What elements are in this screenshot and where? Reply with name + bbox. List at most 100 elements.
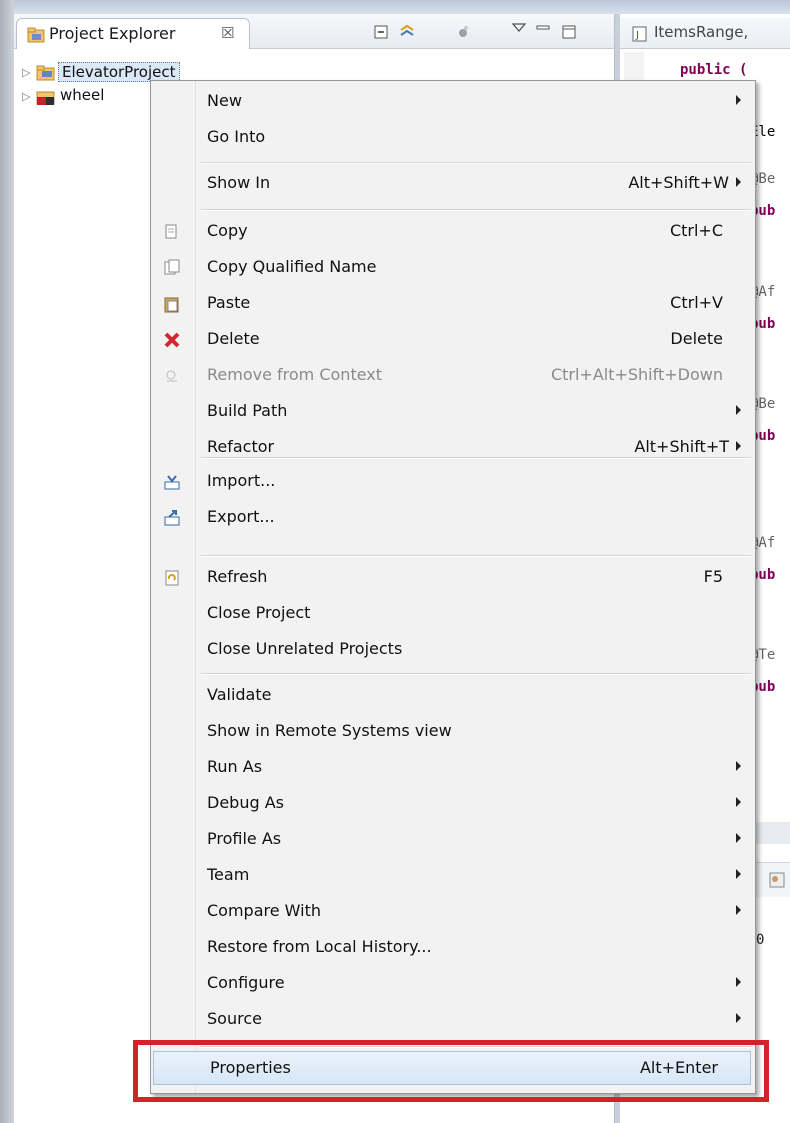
menu-item-label: Export... [207,507,275,526]
menu-item-label: Copy Qualified Name [207,257,377,276]
menu-item-label: Configure [207,973,285,992]
code-line: public ( [680,62,748,78]
menu-item-team[interactable]: Team [151,859,755,893]
export-icon [164,510,180,526]
menu-item-run-as[interactable]: Run As [151,751,755,785]
editor-tab-title: ItemsRange, [654,23,749,41]
filter-icon[interactable] [454,23,472,41]
menu-item-delete[interactable]: Delete Delete [151,323,755,357]
menu-separator [201,555,751,557]
menu-item-label: Refresh [207,567,268,586]
submenu-arrow-icon [736,761,741,771]
svg-text:J: J [635,30,639,41]
menu-item-label: Go Into [207,127,266,146]
submenu-arrow-icon [736,405,741,415]
view-title: Project Explorer [49,24,176,43]
tab-editor-items-range[interactable]: J ItemsRange, [620,18,790,49]
menu-item-label: Validate [207,685,272,704]
menu-item-copy-qualified-name[interactable]: Copy Qualified Name [151,251,755,285]
submenu-arrow-icon [736,905,741,915]
menu-item-remove-from-context: Remove from Context Ctrl+Alt+Shift+Down [151,359,755,393]
project-explorer-icon [27,27,45,43]
menu-item-configure[interactable]: Configure [151,967,755,1001]
menu-item-label: New [207,91,242,110]
submenu-arrow-icon [736,797,741,807]
menu-item-label: Delete [207,329,260,348]
maximize-icon[interactable] [560,23,578,41]
menu-item-label: Restore from Local History... [207,937,432,956]
web-project-icon [36,91,55,105]
menu-item-shortcut: Alt+Shift+T [634,437,729,456]
menu-item-new[interactable]: New [151,85,755,119]
menu-item-shortcut: Ctrl+V [670,293,723,312]
menu-item-label: Compare With [207,901,321,920]
menu-item-build-path[interactable]: Build Path [151,395,755,429]
menu-item-show-in[interactable]: Show In Alt+Shift+W [151,167,755,201]
panel-value: 0 [756,932,765,948]
menu-item-label: Close Project [207,603,311,622]
submenu-arrow-icon [736,833,741,843]
close-icon[interactable]: ☒ [221,24,234,42]
menu-item-label: Show In [207,173,271,192]
menu-item-profile-as[interactable]: Profile As [151,823,755,857]
menu-item-export[interactable]: Export... [151,501,755,535]
menu-item-close-project[interactable]: Close Project [151,597,755,631]
menu-item-go-into[interactable]: Go Into [151,121,755,155]
copy-qualified-name-icon [164,259,180,275]
import-icon [164,475,180,490]
menu-separator [201,209,751,211]
menu-item-label: Run As [207,757,263,776]
menu-item-label: Copy [207,221,248,240]
menu-item-restore-from-local-history[interactable]: Restore from Local History... [151,931,755,965]
tree-item-label: wheel [60,86,105,104]
menu-item-close-unrelated-projects[interactable]: Close Unrelated Projects [151,633,755,667]
panel-view-icon[interactable] [768,871,786,889]
link-with-editor-icon[interactable] [398,23,416,41]
submenu-arrow-icon [736,869,741,879]
menu-item-shortcut: Ctrl+Alt+Shift+Down [550,365,723,384]
menu-item-import[interactable]: Import... [151,465,755,499]
menu-item-source[interactable]: Source [151,1003,755,1037]
submenu-arrow-icon [736,977,741,987]
menu-separator [201,162,751,164]
menu-item-label: Build Path [207,401,288,420]
menu-item-label: Show in Remote Systems view [207,721,452,740]
menu-item-shortcut: F5 [703,567,723,586]
menu-item-label: Profile As [207,829,282,848]
menu-item-shortcut: Delete [670,329,723,348]
tree-item-label: ElevatorProject [58,62,180,82]
remove-from-context-icon [166,370,177,382]
menu-item-label: Remove from Context [207,365,383,384]
context-menu: New Go Into Show In Alt+Shift+W Copy Ctrl+C Co… [150,80,756,1094]
menu-item-debug-as[interactable]: Debug As [151,787,755,821]
menu-item-refactor[interactable]: Refactor Alt+Shift+T [151,431,755,465]
collapse-all-icon[interactable] [372,23,390,41]
view-menu-icon[interactable] [510,19,528,37]
window-left-edge [0,0,14,1123]
submenu-arrow-icon [736,441,741,451]
tab-project-explorer[interactable]: Project Explorer ☒ [16,18,250,49]
menu-item-label: Close Unrelated Projects [207,639,403,658]
menu-item-label: Debug As [207,793,284,812]
delete-icon [164,332,180,348]
menu-item-label: Source [207,1009,262,1028]
expand-arrow-icon[interactable]: ▷ [22,90,30,103]
menu-item-validate[interactable]: Validate [151,679,755,713]
expand-arrow-icon[interactable]: ▷ [22,66,30,79]
menu-item-compare-with[interactable]: Compare With [151,895,755,929]
view-tab-bar: Project Explorer ☒ [14,14,614,49]
menu-item-label: Refactor [207,437,275,456]
submenu-arrow-icon [736,1013,741,1023]
menu-separator [201,673,751,675]
menu-item-show-in-remote-systems-view[interactable]: Show in Remote Systems view [151,715,755,749]
java-file-icon: J [632,26,647,42]
highlight-annotation-box [133,1040,769,1102]
refresh-icon [165,570,179,586]
menu-item-label: Team [207,865,250,884]
menu-item-refresh[interactable]: Refresh F5 [151,561,755,595]
menu-item-paste[interactable]: Paste Ctrl+V [151,287,755,321]
minimize-icon[interactable] [534,19,552,37]
paste-icon [164,297,179,313]
java-project-icon [36,65,55,81]
menu-item-copy[interactable]: Copy Ctrl+C [151,215,755,249]
